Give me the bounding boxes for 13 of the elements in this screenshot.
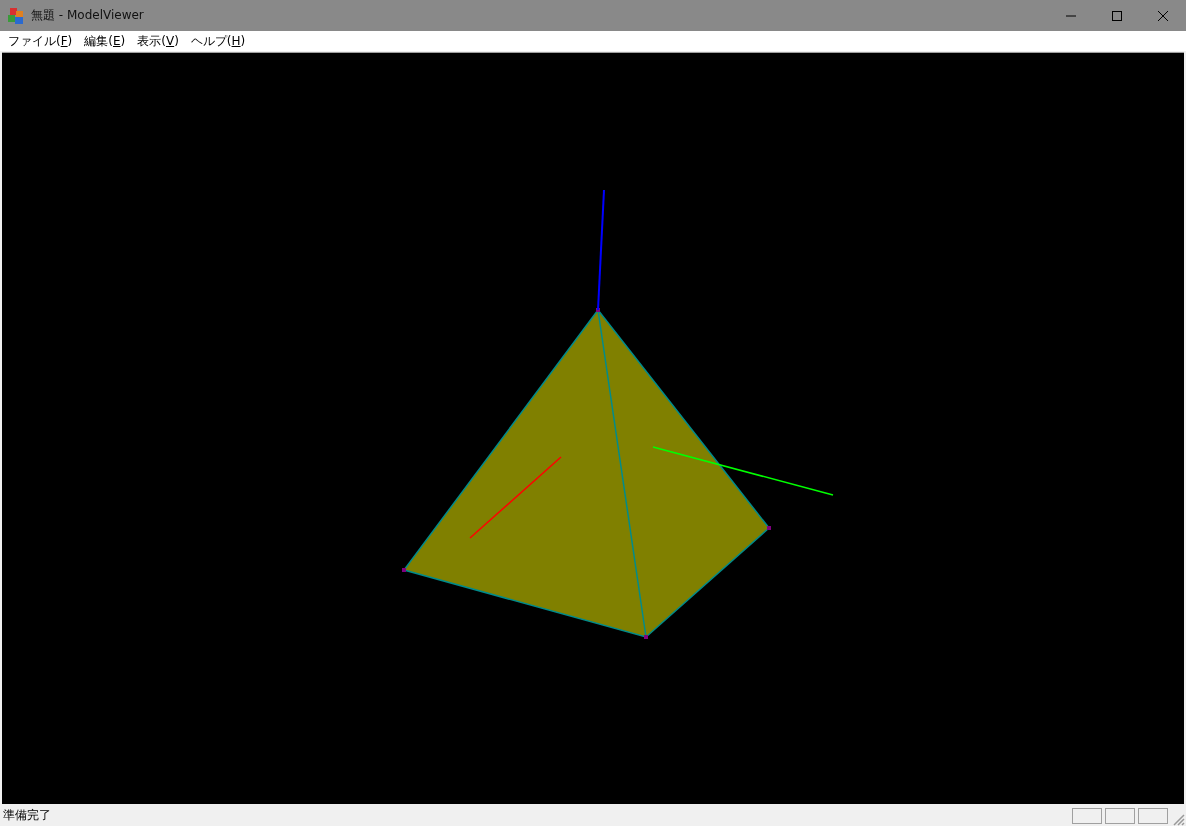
maximize-icon <box>1111 9 1123 22</box>
status-pane <box>1105 807 1135 824</box>
menu-item[interactable]: 表示(V) <box>131 31 185 51</box>
resize-grip-icon[interactable] <box>1171 812 1185 826</box>
status-pane <box>1138 807 1168 824</box>
status-pane <box>1072 807 1102 824</box>
close-icon <box>1157 9 1169 22</box>
menu-item[interactable]: 編集(E) <box>78 31 132 51</box>
app-icon <box>7 6 25 25</box>
menu-item[interactable]: ヘルプ(H) <box>184 31 252 51</box>
status-text: 準備完了 <box>2 807 52 824</box>
window-title: 無題 - ModelViewer <box>31 7 145 24</box>
menu-item[interactable]: ファイル(F) <box>2 31 79 51</box>
